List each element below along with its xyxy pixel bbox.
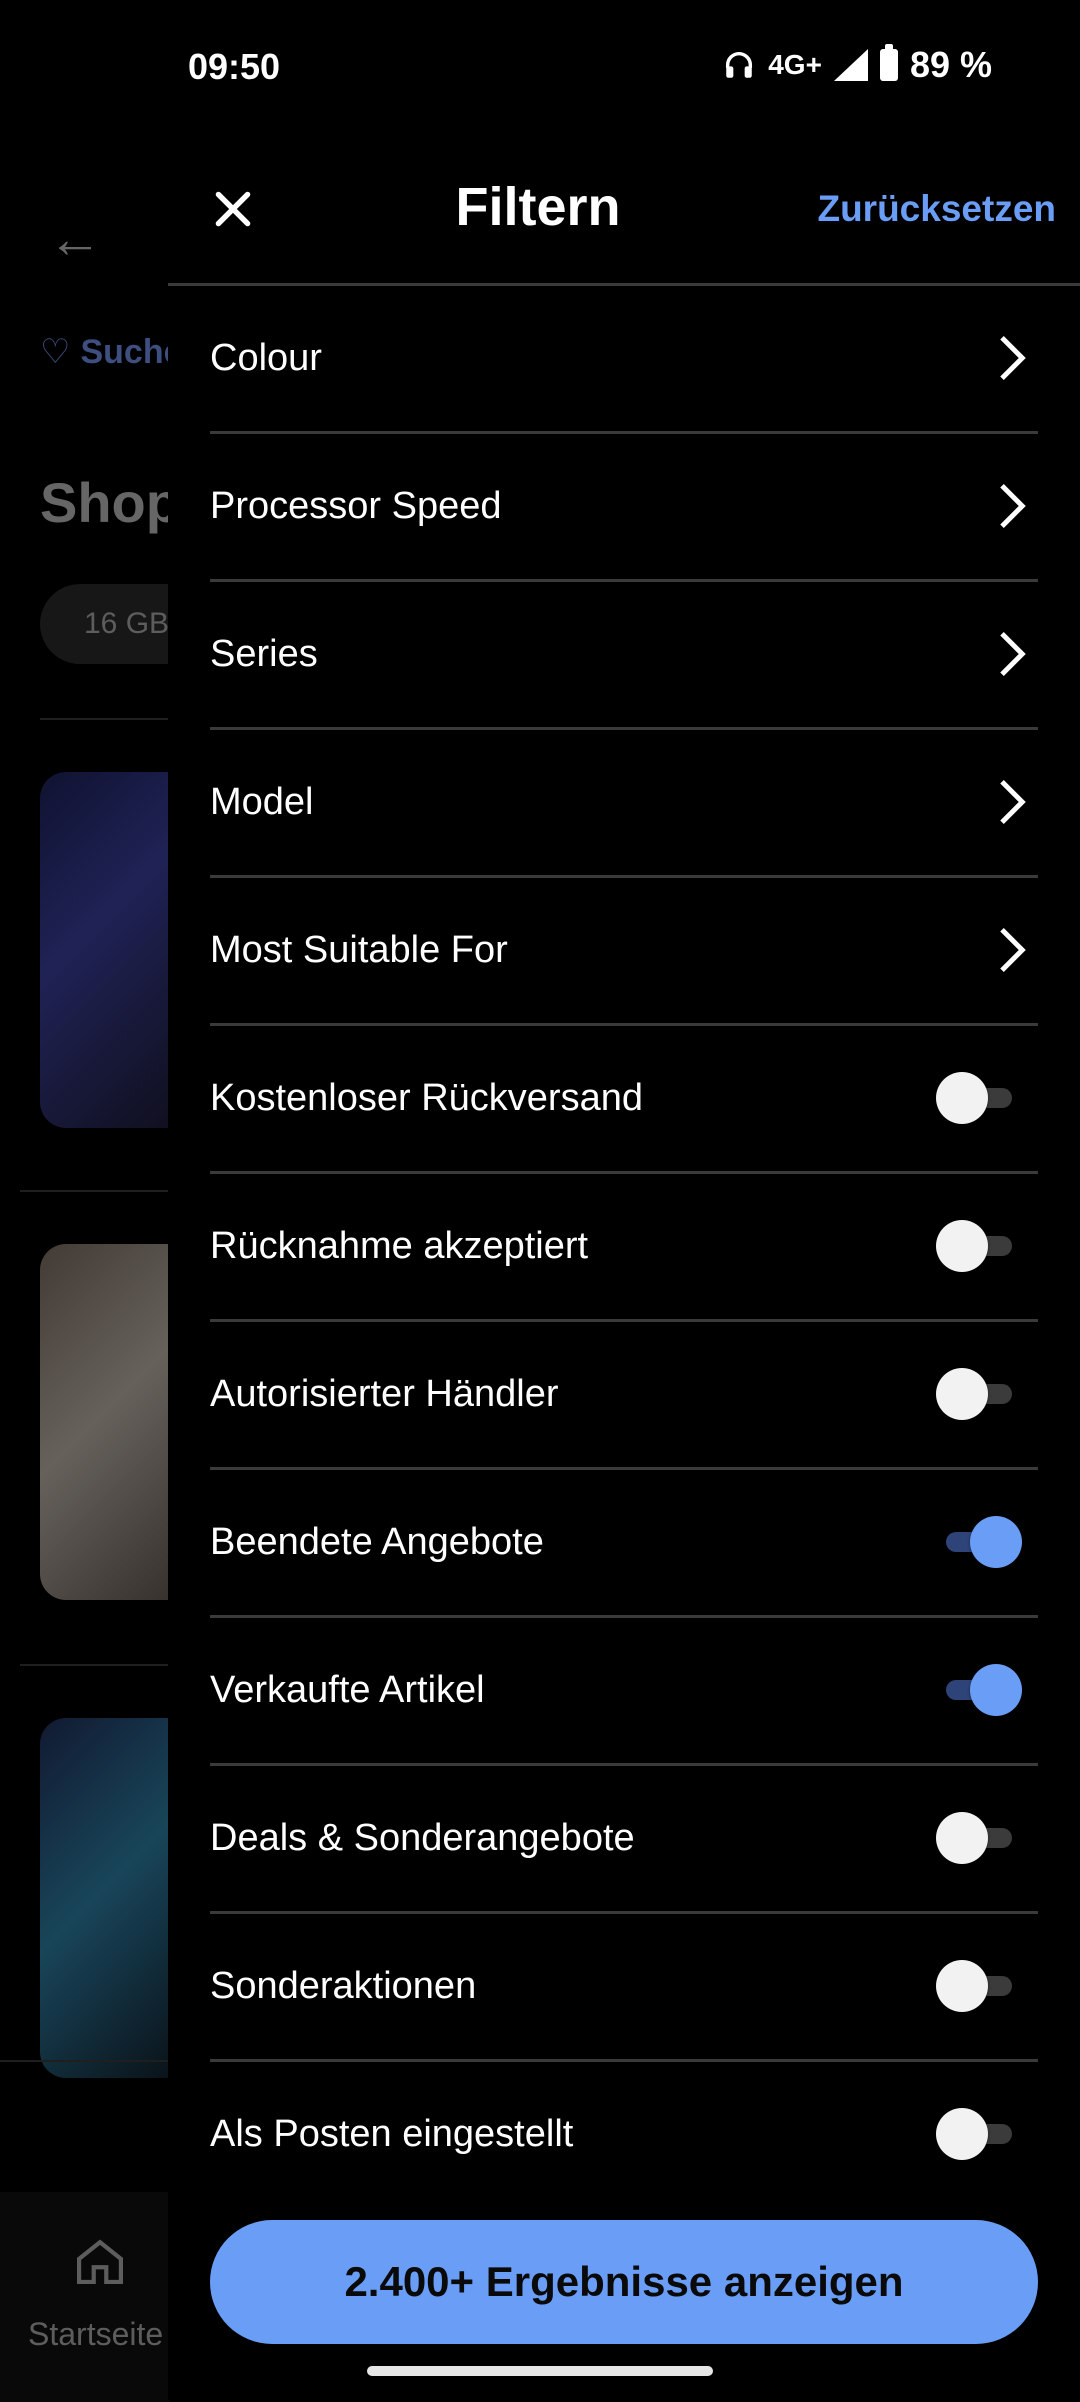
filter-label: Model: [210, 781, 314, 823]
reset-button[interactable]: Zurücksetzen: [817, 188, 1056, 230]
filter-label: Rücknahme akzeptiert: [210, 1225, 589, 1267]
filter-label: Series: [210, 633, 318, 675]
divider: [20, 1190, 170, 1192]
battery-level: 89 %: [909, 44, 992, 85]
filter-label: Als Posten eingestellt: [210, 2113, 574, 2155]
drawer-header: Filtern Zurücksetzen: [168, 140, 1080, 286]
filter-row-special-promotions: Sonderaktionen: [210, 1914, 1038, 2062]
chevron-right-icon: [1000, 779, 1026, 825]
filter-label: Most Suitable For: [210, 929, 508, 971]
chevron-right-icon: [1000, 335, 1026, 381]
home-icon: [77, 2239, 123, 2284]
filter-row-free-returns: Kostenloser Rückversand: [210, 1026, 1038, 1174]
filter-row-model[interactable]: Model: [210, 730, 1038, 878]
toggle-switch[interactable]: [936, 1220, 1018, 1272]
home-indicator[interactable]: [367, 2366, 713, 2376]
toggle-switch[interactable]: [936, 1960, 1018, 2012]
filter-label: Autorisierter Händler: [210, 1373, 559, 1415]
status-bar: 09:50 4G+ 89 %: [0, 0, 1080, 140]
toggle-switch[interactable]: [936, 1812, 1018, 1864]
filter-label: Deals & Sonderangebote: [210, 1817, 635, 1859]
toggle-switch[interactable]: [936, 1368, 1018, 1420]
show-results-button[interactable]: 2.400+ Ergebnisse anzeigen: [210, 2220, 1038, 2344]
back-arrow-icon[interactable]: ←: [48, 208, 102, 270]
filter-row-colour[interactable]: Colour: [210, 286, 1038, 434]
toggle-switch[interactable]: [936, 1072, 1018, 1124]
chevron-right-icon: [1000, 927, 1026, 973]
filter-row-most-suitable-for[interactable]: Most Suitable For: [210, 878, 1038, 1026]
filter-row-sold-items: Verkaufte Artikel: [210, 1618, 1038, 1766]
toggle-switch[interactable]: [936, 1516, 1022, 1568]
filter-label: Kostenloser Rückversand: [210, 1077, 643, 1119]
bottom-nav-home[interactable]: Startseite: [0, 2192, 170, 2402]
battery-icon: [879, 44, 898, 81]
filter-row-completed-listings: Beendete Angebote: [210, 1470, 1038, 1618]
signal-icon: [833, 49, 868, 81]
drawer-title: Filtern: [455, 177, 621, 237]
filter-row-series[interactable]: Series: [210, 582, 1038, 730]
divider: [0, 2060, 170, 2062]
filter-row-deals: Deals & Sonderangebote: [210, 1766, 1038, 1914]
status-icons: 4G+ 89 %: [722, 44, 992, 86]
toggle-switch[interactable]: [936, 2108, 1018, 2160]
toggle-switch[interactable]: [936, 1664, 1022, 1716]
save-search-link[interactable]: ♡ Suche: [40, 332, 183, 372]
headphones-icon: [726, 52, 753, 78]
nav-home-label: Startseite: [28, 2316, 164, 2352]
background-screen: ← ♡ Suche Shop 16 GB Startseite: [0, 140, 240, 2402]
section-title: Shop: [40, 471, 180, 534]
chevron-right-icon: [1000, 631, 1026, 677]
filter-label: Colour: [210, 337, 322, 379]
filter-label: Processor Speed: [210, 485, 502, 527]
filter-label: Sonderaktionen: [210, 1965, 477, 2007]
filter-row-authorized-seller: Autorisierter Händler: [210, 1322, 1038, 1470]
filter-row-returns-accepted: Rücknahme akzeptiert: [210, 1174, 1038, 1322]
filter-list: Colour Processor Speed Series Model Most…: [210, 286, 1038, 2207]
status-time: 09:50: [188, 46, 281, 87]
filter-drawer: Filtern Zurücksetzen Colour Processor Sp…: [168, 140, 1080, 2400]
network-type: 4G+: [768, 49, 822, 80]
chevron-right-icon: [1000, 483, 1026, 529]
filter-label: Verkaufte Artikel: [210, 1669, 485, 1711]
divider: [40, 718, 170, 720]
divider: [20, 1664, 170, 1666]
filter-label: Beendete Angebote: [210, 1521, 544, 1563]
heart-icon: ♡: [40, 333, 71, 371]
filter-row-processor-speed[interactable]: Processor Speed: [210, 434, 1038, 582]
